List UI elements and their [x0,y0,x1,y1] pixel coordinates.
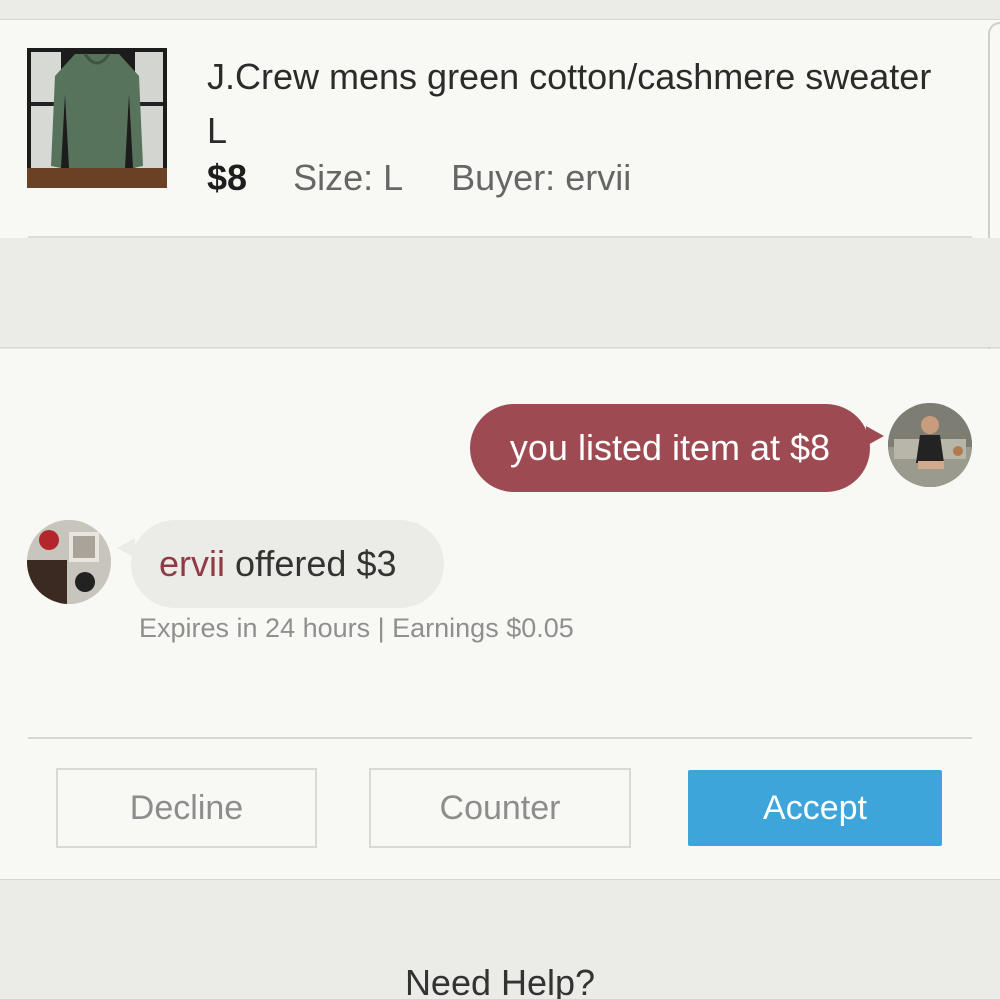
bubble-tail [866,426,884,446]
buyer-offer-bubble: ervii offered $3 [117,520,444,608]
buyer-name-link[interactable]: ervii [159,543,225,584]
offer-expiry-earnings: Expires in 24 hours | Earnings $0.05 [139,613,574,643]
top-strip [0,0,1000,20]
bubble-tail [117,538,135,558]
counter-button[interactable]: Counter [369,768,631,848]
need-help-link[interactable]: Need Help? [0,962,1000,999]
decline-button[interactable]: Decline [56,768,317,848]
spacer-band [0,238,1000,348]
actions-divider [28,737,972,739]
seller-avatar-image [888,403,972,487]
buyer-avatar-image [27,520,111,604]
seller-message-bubble: you listed item at $8 [470,404,884,492]
listing-thumbnail[interactable] [27,48,167,188]
help-section: Need Help? [0,879,1000,999]
listing-size: Size: L [293,157,404,198]
sweater-photo [27,48,167,188]
seller-avatar[interactable] [888,403,972,487]
listing-header[interactable]: J.Crew mens green cotton/cashmere sweate… [0,20,1000,238]
offer-conversation: you listed item at $8 ervii offered $3 E… [0,349,1000,879]
listing-title: J.Crew mens green cotton/cashmere sweate… [207,56,932,151]
seller-message-text: you listed item at $8 [509,427,831,468]
listing-buyer: Buyer: ervii [451,157,632,198]
listing-meta: $8 Size: L Buyer: ervii [207,154,631,202]
accept-button[interactable]: Accept [688,770,942,846]
offer-text: offered $3 [225,543,397,584]
buyer-avatar[interactable] [27,520,111,604]
listing-price: $8 [207,157,248,198]
